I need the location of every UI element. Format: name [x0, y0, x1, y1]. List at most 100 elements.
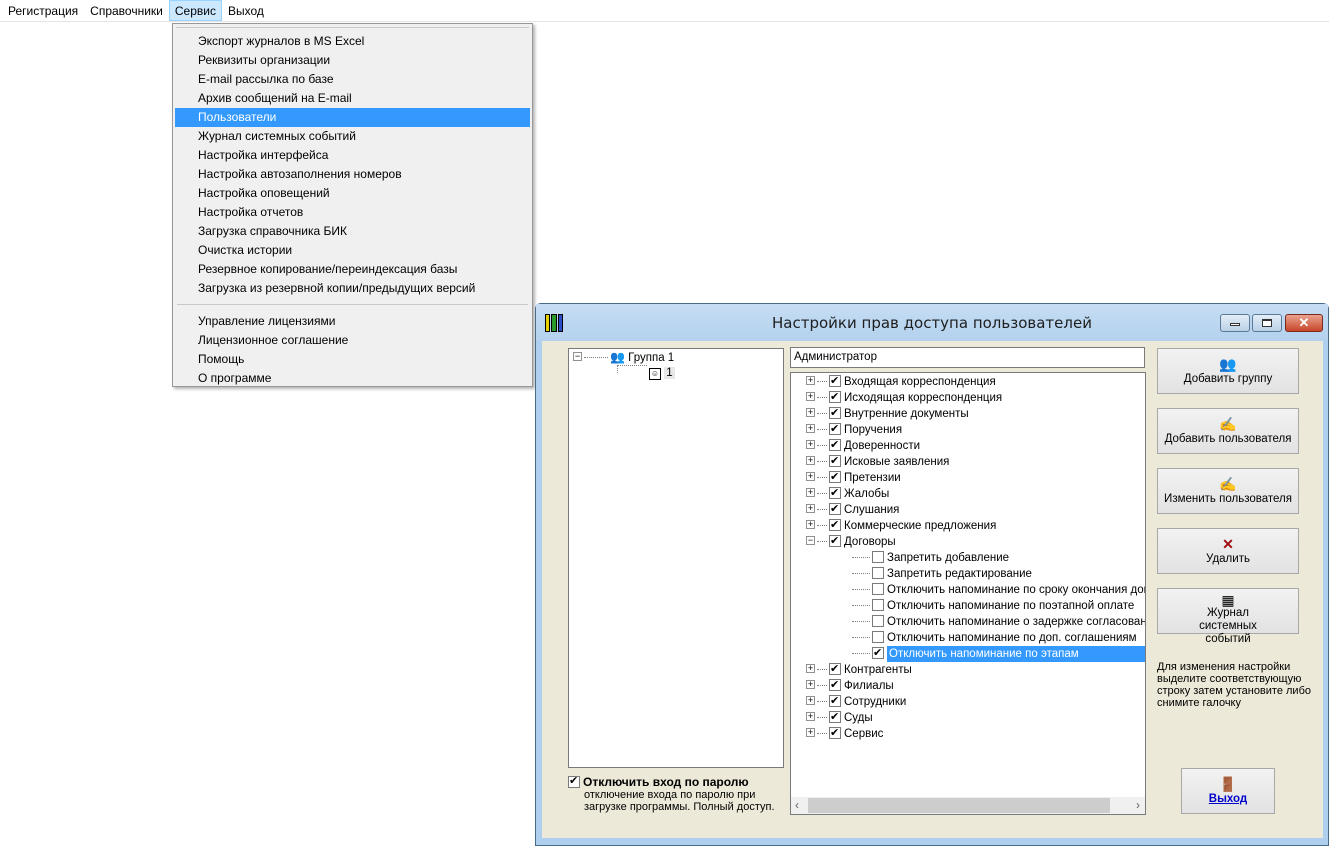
scroll-right-icon[interactable]: ›	[1136, 798, 1140, 812]
right-item[interactable]: +Исковые заявления	[806, 453, 949, 470]
right-checkbox[interactable]	[829, 725, 841, 741]
disable-password-option[interactable]: Отключить вход по паролю отключение вход…	[568, 774, 788, 813]
right-checkbox[interactable]	[829, 485, 841, 501]
close-button[interactable]: ✕	[1285, 314, 1323, 332]
menu-item[interactable]: E-mail рассылка по базе	[175, 70, 530, 89]
menu-item[interactable]: Экспорт журналов в MS Excel	[175, 32, 530, 51]
add-user-button[interactable]: ✍ Добавить пользователя	[1157, 408, 1299, 454]
menu-item[interactable]: Пользователи	[175, 108, 530, 127]
right-checkbox[interactable]	[829, 421, 841, 437]
user-name-field[interactable]: Администратор	[790, 347, 1145, 368]
right-checkbox[interactable]	[829, 389, 841, 405]
menu-item[interactable]: Очистка истории	[175, 241, 530, 260]
right-checkbox[interactable]	[829, 373, 841, 389]
right-sub-item[interactable]: Отключить напоминание о задержке согласо…	[850, 614, 1145, 630]
menu-item[interactable]: О программе	[175, 369, 530, 388]
right-checkbox[interactable]	[872, 614, 884, 627]
right-sub-item[interactable]: Отключить напоминание по сроку окончания…	[850, 582, 1145, 598]
menu-item[interactable]: Настройка оповещений	[175, 184, 530, 203]
exit-button[interactable]: 🚪 Выход	[1181, 768, 1275, 814]
menu-item[interactable]: Резервное копирование/переиндексация баз…	[175, 260, 530, 279]
expand-icon[interactable]: +	[806, 408, 815, 418]
menu-item[interactable]: Журнал системных событий	[175, 127, 530, 146]
right-checkbox[interactable]	[829, 405, 841, 421]
expand-icon[interactable]: +	[806, 488, 815, 498]
right-item[interactable]: +Жалобы	[806, 485, 889, 502]
expand-icon[interactable]: +	[806, 376, 815, 386]
right-checkbox[interactable]	[872, 582, 884, 595]
rights-tree[interactable]: +Входящая корреспонденция+Исходящая корр…	[790, 372, 1146, 815]
menu-item[interactable]: Загрузка справочника БИК	[175, 222, 530, 241]
scrollbar-thumb[interactable]	[808, 798, 1110, 813]
right-item[interactable]: +Исходящая корреспонденция	[806, 389, 1002, 406]
right-sub-item[interactable]: Запретить редактирование	[850, 566, 1145, 582]
right-item[interactable]: +Контрагенты	[806, 661, 912, 678]
right-checkbox[interactable]	[829, 501, 841, 517]
right-item[interactable]: +Сервис	[806, 725, 883, 742]
right-item[interactable]: −Договоры	[806, 533, 896, 550]
right-checkbox[interactable]	[829, 437, 841, 453]
menu-item[interactable]: Настройка автозаполнения номеров	[175, 165, 530, 184]
right-checkbox[interactable]	[872, 550, 884, 563]
tree-node-group[interactable]: − 👥 Группа 1	[573, 349, 674, 365]
right-checkbox[interactable]	[829, 709, 841, 725]
right-checkbox[interactable]	[829, 533, 841, 549]
menu-item[interactable]: Помощь	[175, 350, 530, 369]
menu-registration[interactable]: Регистрация	[2, 0, 84, 21]
expand-icon[interactable]: +	[806, 728, 815, 738]
right-checkbox[interactable]	[829, 693, 841, 709]
collapse-icon[interactable]: −	[573, 352, 582, 362]
minimize-button[interactable]	[1220, 314, 1250, 332]
right-item[interactable]: +Коммерческие предложения	[806, 517, 996, 534]
right-item[interactable]: +Претензии	[806, 469, 901, 486]
right-checkbox[interactable]	[872, 566, 884, 579]
right-item[interactable]: +Сотрудники	[806, 693, 906, 710]
expand-icon[interactable]: +	[806, 696, 815, 706]
right-item[interactable]: +Входящая корреспонденция	[806, 373, 996, 390]
menu-references[interactable]: Справочники	[84, 0, 169, 21]
expand-icon[interactable]: +	[806, 664, 815, 674]
right-checkbox[interactable]	[872, 645, 884, 661]
menu-item[interactable]: Настройка интерфейса	[175, 146, 530, 165]
expand-icon[interactable]: +	[806, 520, 815, 530]
menu-exit[interactable]: Выход	[222, 0, 270, 21]
expand-icon[interactable]: +	[806, 504, 815, 514]
groups-tree[interactable]: − 👥 Группа 1 ☺ 1	[568, 348, 784, 768]
collapse-icon[interactable]: −	[806, 536, 815, 546]
expand-icon[interactable]: +	[806, 712, 815, 722]
menu-item[interactable]: Лицензионное соглашение	[175, 331, 530, 350]
disable-password-checkbox[interactable]	[568, 774, 580, 788]
right-checkbox[interactable]	[872, 630, 884, 643]
maximize-button[interactable]	[1252, 314, 1282, 332]
add-group-button[interactable]: 👥 Добавить группу	[1157, 348, 1299, 394]
delete-button[interactable]: ✕ Удалить	[1157, 528, 1299, 574]
right-sub-item[interactable]: Отключить напоминание по доп. соглашения…	[850, 630, 1145, 646]
tree-node-user[interactable]: ☺ 1	[615, 365, 675, 381]
expand-icon[interactable]: +	[806, 392, 815, 402]
right-checkbox[interactable]	[829, 677, 841, 693]
right-checkbox[interactable]	[829, 661, 841, 677]
right-checkbox[interactable]	[872, 598, 884, 611]
menu-item[interactable]: Загрузка из резервной копии/предыдущих в…	[175, 279, 530, 298]
horizontal-scrollbar[interactable]: ‹ ›	[791, 797, 1145, 814]
expand-icon[interactable]: +	[806, 424, 815, 434]
expand-icon[interactable]: +	[806, 440, 815, 450]
right-item[interactable]: +Внутренние документы	[806, 405, 969, 422]
right-checkbox[interactable]	[829, 469, 841, 485]
right-sub-item[interactable]: Отключить напоминание по поэтапной оплат…	[850, 598, 1145, 614]
scroll-left-icon[interactable]: ‹	[795, 798, 799, 812]
menu-item[interactable]: Настройка отчетов	[175, 203, 530, 222]
expand-icon[interactable]: +	[806, 456, 815, 466]
right-sub-item[interactable]: Отключить напоминание по этапам	[850, 645, 1145, 662]
menu-service[interactable]: Сервис	[168, 0, 222, 21]
right-item[interactable]: +Слушания	[806, 501, 899, 518]
menu-item[interactable]: Управление лицензиями	[175, 312, 530, 331]
right-sub-item[interactable]: Запретить добавление	[850, 550, 1145, 566]
system-journal-button[interactable]: ▦ Журнал системных событий	[1157, 588, 1299, 645]
title-bar[interactable]: Настройки прав доступа пользователей ✕	[536, 304, 1328, 341]
right-checkbox[interactable]	[829, 453, 841, 469]
edit-user-button[interactable]: ✍ Изменить пользователя	[1157, 468, 1299, 514]
right-item[interactable]: +Поручения	[806, 421, 902, 438]
menu-item[interactable]: Реквизиты организации	[175, 51, 530, 70]
expand-icon[interactable]: +	[806, 680, 815, 690]
